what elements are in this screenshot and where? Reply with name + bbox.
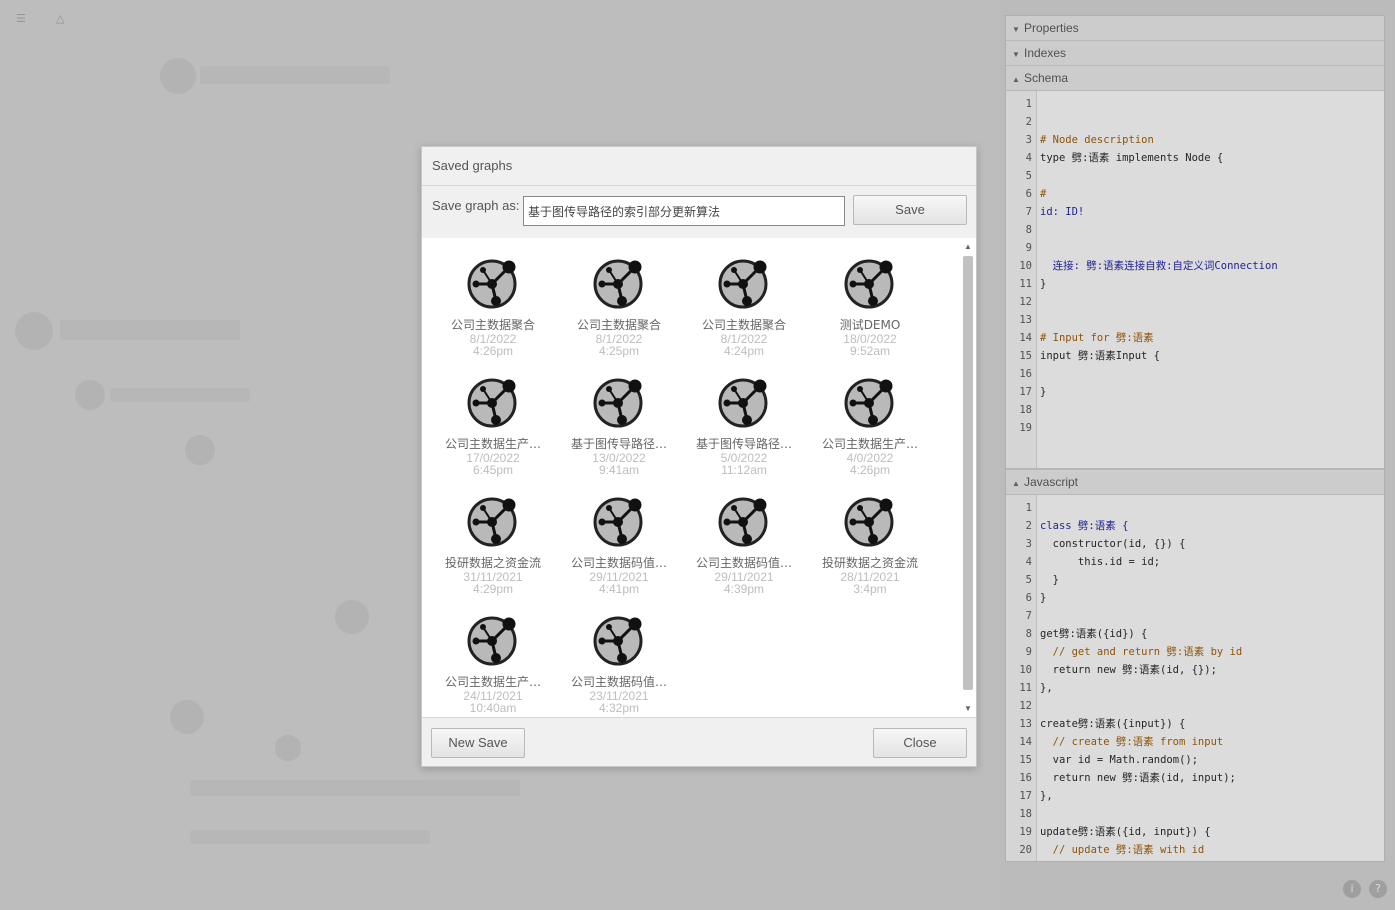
graph-name: 公司主数据码值…	[570, 556, 667, 570]
graph-time: 11:12am	[721, 463, 767, 477]
save-graph-label: Save graph as:	[432, 198, 520, 213]
graph-icon	[556, 256, 682, 310]
graph-icon	[681, 375, 807, 429]
saved-graph-item[interactable]: 公司主数据生产… 17/0/2022 6:45pm	[430, 375, 556, 476]
new-save-button[interactable]: New Save	[431, 728, 525, 758]
saved-graph-item[interactable]: 投研数据之资金流 31/11/2021 4:29pm	[430, 494, 556, 595]
dialog-title: Saved graphs	[422, 147, 976, 186]
graph-time: 9:52am	[849, 344, 891, 358]
graph-name: 公司主数据聚合	[576, 318, 661, 332]
saved-graph-item[interactable]: 基于图传导路径… 5/0/2022 11:12am	[681, 375, 807, 476]
graph-name: 基于图传导路径…	[570, 437, 667, 451]
saved-graph-item[interactable]: 公司主数据码值… 29/11/2021 4:39pm	[681, 494, 807, 595]
saved-graph-item[interactable]: 公司主数据码值… 29/11/2021 4:41pm	[556, 494, 682, 595]
scrollbar[interactable]: ▲ ▼	[962, 240, 974, 715]
graph-icon	[807, 256, 933, 310]
scroll-down-icon[interactable]: ▼	[964, 704, 972, 713]
graph-icon	[430, 613, 556, 667]
graph-icon	[430, 256, 556, 310]
saved-graph-item[interactable]: 公司主数据聚合 8/1/2022 4:25pm	[556, 256, 682, 357]
graph-time: 4:41pm	[598, 582, 640, 596]
graph-icon	[556, 613, 682, 667]
graph-time: 4:26pm	[849, 463, 891, 477]
graph-name: 测试DEMO	[839, 318, 901, 332]
graph-name: 公司主数据聚合	[701, 318, 786, 332]
save-row: Save graph as: Save	[422, 186, 976, 239]
saved-graph-item[interactable]: 基于图传导路径… 13/0/2022 9:41am	[556, 375, 682, 476]
save-button[interactable]: Save	[853, 195, 967, 225]
graph-time: 10:40am	[469, 701, 517, 715]
close-button[interactable]: Close	[873, 728, 967, 758]
graph-time: 4:29pm	[472, 582, 514, 596]
graph-time: 4:24pm	[723, 344, 765, 358]
graph-time: 4:39pm	[723, 582, 765, 596]
saved-graph-item[interactable]: 公司主数据生产… 4/0/2022 4:26pm	[807, 375, 933, 476]
saved-graphs-dialog: Saved graphs Save graph as: Save ▲ ▼ 公司主…	[421, 146, 977, 767]
saved-graph-item[interactable]: 公司主数据码值… 23/11/2021 4:32pm	[556, 613, 682, 714]
saved-graph-item[interactable]: 测试DEMO 18/0/2022 9:52am	[807, 256, 933, 357]
graph-icon	[807, 494, 933, 548]
graph-time: 9:41am	[598, 463, 640, 477]
graph-icon	[430, 494, 556, 548]
saved-graph-item[interactable]: 公司主数据聚合 8/1/2022 4:26pm	[430, 256, 556, 357]
graph-icon	[430, 375, 556, 429]
graph-name: 公司主数据生产…	[444, 675, 541, 689]
scrollbar-thumb[interactable]	[963, 256, 973, 690]
graph-name: 投研数据之资金流	[821, 556, 918, 570]
graph-name: 公司主数据生产…	[821, 437, 918, 451]
saved-graph-item[interactable]: 公司主数据生产… 24/11/2021 10:40am	[430, 613, 556, 714]
saved-graph-item[interactable]: 公司主数据聚合 8/1/2022 4:24pm	[681, 256, 807, 357]
graph-icon	[807, 375, 933, 429]
scroll-up-icon[interactable]: ▲	[964, 242, 972, 251]
graph-icon	[681, 494, 807, 548]
graph-name: 基于图传导路径…	[695, 437, 792, 451]
saved-graphs-grid: ▲ ▼ 公司主数据聚合 8/1/2022 4:26pm 公司主数据聚合 8/1/2022…	[422, 238, 976, 718]
graph-time: 4:25pm	[598, 344, 640, 358]
graph-icon	[681, 256, 807, 310]
graph-name: 投研数据之资金流	[444, 556, 541, 570]
graph-name: 公司主数据生产…	[444, 437, 541, 451]
graph-icon	[556, 494, 682, 548]
graph-name: 公司主数据聚合	[450, 318, 535, 332]
graph-name: 公司主数据码值…	[695, 556, 792, 570]
graph-name-input[interactable]	[523, 196, 845, 226]
graph-icon	[556, 375, 682, 429]
graph-time: 3:4pm	[853, 582, 887, 596]
graph-time: 4:32pm	[598, 701, 640, 715]
graph-name: 公司主数据码值…	[570, 675, 667, 689]
graph-time: 6:45pm	[472, 463, 514, 477]
graph-time: 4:26pm	[472, 344, 514, 358]
saved-graph-item[interactable]: 投研数据之资金流 28/11/2021 3:4pm	[807, 494, 933, 595]
